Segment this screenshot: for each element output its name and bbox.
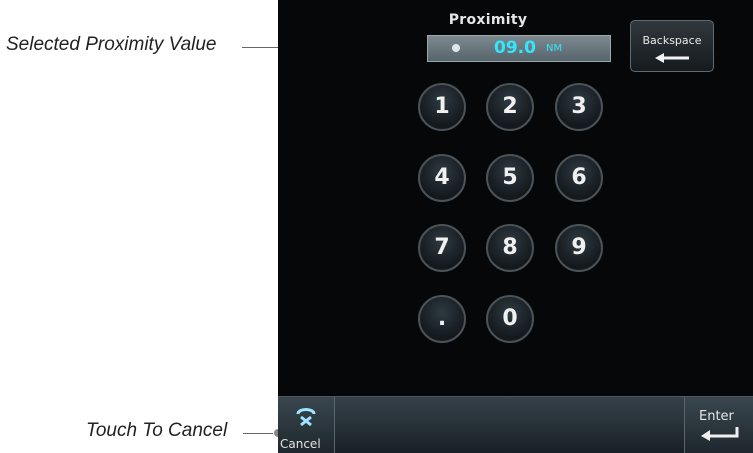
bottom-toolbar: Cancel Enter bbox=[278, 396, 753, 453]
proximity-unit: NM bbox=[546, 43, 563, 54]
key-1[interactable]: 1 bbox=[418, 83, 466, 131]
key-3[interactable]: 3 bbox=[555, 83, 603, 131]
backspace-label: Backspace bbox=[642, 34, 702, 47]
enter-button[interactable]: Enter bbox=[684, 397, 753, 453]
callout-touch-to-cancel: Touch To Cancel bbox=[86, 420, 228, 441]
proximity-value-field[interactable]: 09.0 NM bbox=[427, 35, 611, 62]
proximity-entry-screen: Proximity 09.0 NM Backspace 1 2 3 4 5 6 … bbox=[278, 0, 753, 453]
key-2[interactable]: 2 bbox=[486, 83, 534, 131]
cancel-label: Cancel bbox=[280, 437, 321, 451]
key-6[interactable]: 6 bbox=[555, 154, 603, 202]
cancel-button[interactable]: Cancel bbox=[278, 397, 335, 453]
left-arrow-icon bbox=[655, 53, 689, 63]
key-5[interactable]: 5 bbox=[486, 154, 534, 202]
key-8[interactable]: 8 bbox=[486, 224, 534, 272]
enter-label: Enter bbox=[699, 409, 734, 424]
key-decimal[interactable]: . bbox=[418, 295, 466, 343]
key-9[interactable]: 9 bbox=[555, 224, 603, 272]
key-0[interactable]: 0 bbox=[486, 295, 534, 343]
proximity-value: 09.0 bbox=[494, 38, 536, 58]
page-title: Proximity bbox=[448, 12, 528, 28]
cursor-dot bbox=[452, 44, 460, 52]
cancel-icon bbox=[296, 408, 316, 427]
key-7[interactable]: 7 bbox=[418, 224, 466, 272]
backspace-button[interactable]: Backspace bbox=[630, 20, 714, 72]
callout-selected-proximity-value: Selected Proximity Value bbox=[6, 34, 217, 55]
key-4[interactable]: 4 bbox=[418, 154, 466, 202]
enter-arrow-icon bbox=[701, 427, 739, 441]
